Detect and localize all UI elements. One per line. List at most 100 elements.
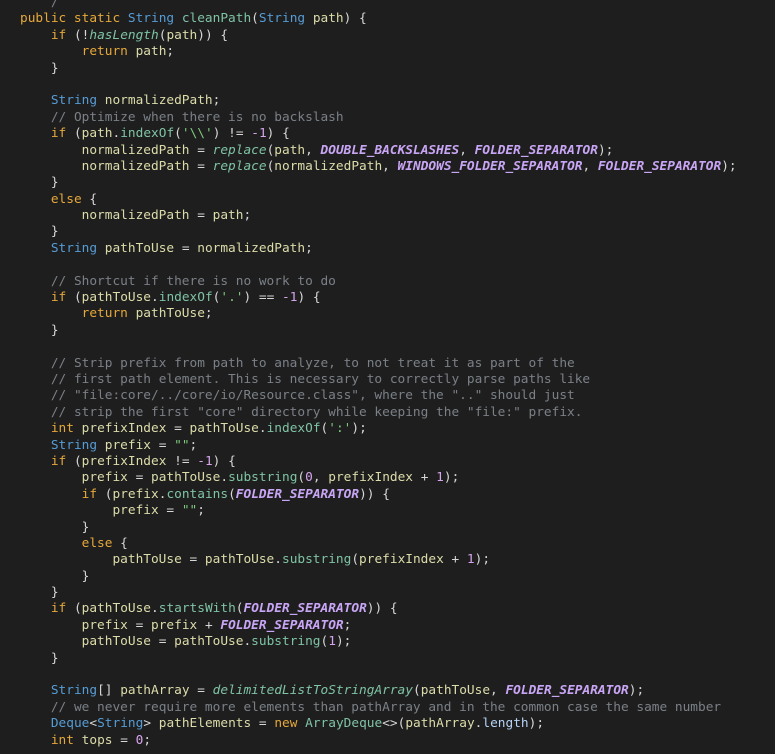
code-line[interactable]	[0, 257, 775, 273]
code-line[interactable]: /	[0, 0, 775, 11]
code-line[interactable]: }	[0, 224, 775, 240]
code-line[interactable]: prefix = "";	[0, 503, 775, 519]
code-token-op: =	[189, 142, 213, 158]
code-line[interactable]: pathToUse = pathToUse.substring(prefixIn…	[0, 552, 775, 568]
code-line[interactable]: }	[0, 520, 775, 536]
code-line[interactable]: pathToUse = pathToUse.substring(1);	[0, 634, 775, 650]
code-token-op: =	[189, 683, 213, 699]
code-line[interactable]: else {	[0, 536, 775, 552]
code-token-number: 1	[466, 552, 475, 568]
code-line[interactable]: normalizedPath = path;	[0, 208, 775, 224]
code-token-method-italic: hasLength	[89, 27, 159, 43]
code-token-punc: }	[20, 60, 59, 76]
code-line[interactable]: // strip the first "core" directory whil…	[0, 405, 775, 421]
code-token-var: path	[212, 208, 244, 224]
code-token-op: =	[112, 732, 136, 748]
code-line[interactable]: if (pathToUse.indexOf('.') == -1) {	[0, 290, 775, 306]
code-token-punc: );	[597, 142, 614, 158]
code-token-type: String	[97, 716, 144, 732]
code-token-string: ""	[174, 437, 190, 453]
code-token-op: =	[174, 240, 198, 256]
code-token-kw: return	[81, 44, 136, 60]
code-line[interactable]: String[] pathArray = delimitedListToStri…	[0, 683, 775, 699]
code-token-punc: ,	[459, 142, 475, 158]
code-token-op: ) ==	[243, 290, 283, 306]
code-token-punc: >	[143, 716, 159, 732]
code-token-method: contains	[166, 486, 229, 502]
code-line[interactable]	[0, 339, 775, 355]
code-token-op: =	[189, 208, 213, 224]
code-line[interactable]: return path;	[0, 44, 775, 60]
code-line[interactable]: if (prefixIndex != -1) {	[0, 454, 775, 470]
code-token-punc: (	[412, 683, 421, 699]
code-line[interactable]: // Optimize when there is no backslash	[0, 110, 775, 126]
code-token-var: normalizedPath	[274, 158, 383, 174]
code-line[interactable]	[0, 667, 775, 683]
code-line[interactable]: String prefix = "";	[0, 438, 775, 454]
code-token-var: normalizedPath	[81, 158, 190, 174]
code-token-var: pathToUse	[151, 470, 221, 486]
code-token-comment: /	[50, 0, 59, 10]
code-token-op: =	[166, 421, 190, 437]
code-token-punc: ;	[204, 306, 213, 322]
code-line[interactable]: if (pathToUse.startsWith(FOLDER_SEPARATO…	[0, 601, 775, 617]
code-editor[interactable]: / public static String cleanPath(String p…	[0, 0, 775, 754]
code-token-const: FOLDER_SEPARATOR	[597, 158, 722, 174]
code-token-punc: );	[443, 470, 460, 486]
code-token-type: String	[50, 93, 105, 109]
code-token-comment: // Shortcut if there is no work to do	[50, 273, 336, 289]
code-line[interactable]: }	[0, 585, 775, 601]
code-token-punc: ;	[212, 93, 221, 109]
code-line[interactable]: }	[0, 175, 775, 191]
code-line[interactable]: Deque<String> pathElements = new ArrayDe…	[0, 716, 775, 732]
code-token-method: indexOf	[158, 290, 213, 306]
code-line[interactable]: // first path element. This is necessary…	[0, 372, 775, 388]
code-token-comment: // Strip prefix from path to analyze, to…	[50, 355, 575, 371]
code-line[interactable]: }	[0, 323, 775, 339]
code-line[interactable]: return pathToUse;	[0, 306, 775, 322]
code-line[interactable]: normalizedPath = replace(path, DOUBLE_BA…	[0, 143, 775, 159]
code-token-comment: // first path element. This is necessary…	[50, 371, 591, 387]
code-line[interactable]: // Shortcut if there is no work to do	[0, 274, 775, 290]
code-line[interactable]: prefix = prefix + FOLDER_SEPARATOR;	[0, 618, 775, 634]
code-token-kw: else	[50, 191, 82, 207]
code-line[interactable]: String normalizedPath;	[0, 93, 775, 109]
code-token-op: =	[127, 617, 151, 633]
code-token-string: ':'	[328, 421, 352, 437]
code-line[interactable]: // Strip prefix from path to analyze, to…	[0, 356, 775, 372]
code-token-var: prefixIndex	[81, 453, 167, 469]
code-token-kw: return	[81, 306, 136, 322]
code-token-punc: ,	[305, 142, 321, 158]
code-line[interactable]: public static String cleanPath(String pa…	[0, 11, 775, 27]
code-line[interactable]: // "file:core/../core/io/Resource.class"…	[0, 388, 775, 404]
code-line[interactable]: if (path.indexOf('\\') != -1) {	[0, 126, 775, 142]
code-line[interactable]	[0, 77, 775, 93]
code-line[interactable]: int prefixIndex = pathToUse.indexOf(':')…	[0, 421, 775, 437]
code-line[interactable]: prefix = pathToUse.substring(0, prefixIn…	[0, 470, 775, 486]
code-line[interactable]: else {	[0, 192, 775, 208]
code-token-method-italic: replace	[212, 158, 267, 174]
code-token-punc: .	[258, 421, 267, 437]
code-token-punc: );	[628, 683, 645, 699]
code-token-var: prefix	[112, 486, 159, 502]
code-token-punc: ;	[305, 240, 313, 256]
code-token-punc: );	[351, 421, 367, 437]
code-line[interactable]: normalizedPath = replace(normalizedPath,…	[0, 159, 775, 175]
code-line[interactable]: }	[0, 569, 775, 585]
code-line[interactable]: }	[0, 61, 775, 77]
code-line[interactable]: if (prefix.contains(FOLDER_SEPARATOR)) {	[0, 487, 775, 503]
code-line[interactable]: String pathToUse = normalizedPath;	[0, 241, 775, 257]
code-line[interactable]: // we never require more elements than p…	[0, 700, 775, 716]
code-line[interactable]: if (!hasLength(path)) {	[0, 28, 775, 44]
code-line[interactable]: int tops = 0;	[0, 733, 775, 749]
code-line[interactable]: }	[0, 651, 775, 667]
